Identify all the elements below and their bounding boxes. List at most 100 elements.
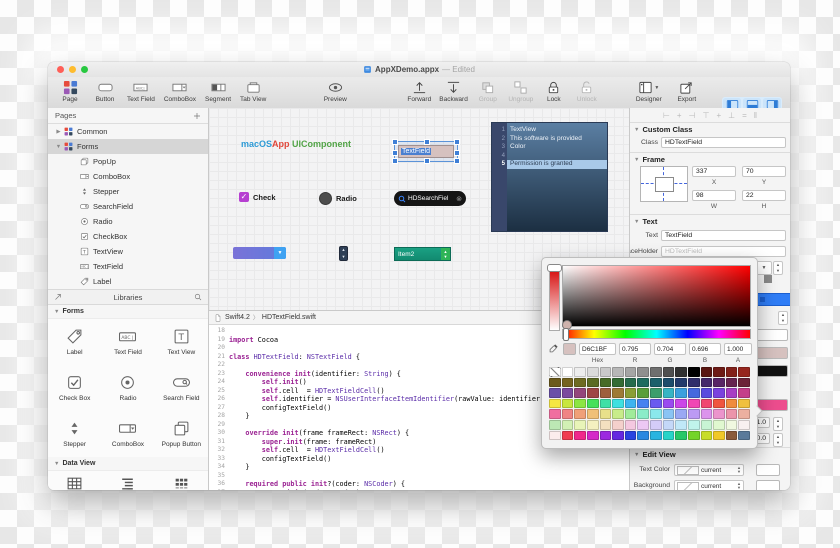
code-text[interactable]: import Cocoa — [229, 336, 278, 345]
swatch-cell[interactable] — [574, 409, 586, 419]
canvas-popup-button[interactable]: ▼ — [233, 247, 286, 259]
sidebar-item-searchfield[interactable]: SearchField — [48, 199, 208, 214]
clear-search-icon[interactable]: ⊗ — [456, 195, 462, 203]
breadcrumb-file[interactable]: HDTextField.swift — [262, 314, 316, 321]
library-item-table[interactable] — [48, 471, 101, 490]
distribute-v-icon[interactable]: ‖ — [754, 111, 757, 120]
swatch-cell[interactable] — [675, 398, 687, 409]
library-item-popup-button[interactable]: Popup Button — [155, 411, 208, 457]
swatch-cell[interactable] — [586, 377, 599, 388]
frame-section-header[interactable]: ▼ Frame — [634, 155, 665, 164]
swatch-cell[interactable] — [738, 377, 750, 388]
library-group-data-view[interactable]: ▼ Data View — [48, 457, 208, 471]
library-item-check-box[interactable]: Check Box — [48, 365, 101, 411]
library-item-search-field[interactable]: Search Field — [155, 365, 208, 411]
toolbar-preview[interactable]: Preview — [322, 80, 348, 103]
code-text[interactable]: super.init(coder: coder) — [229, 489, 360, 491]
align-center-h-icon[interactable]: + — [677, 111, 682, 120]
swatch-cell[interactable] — [612, 430, 624, 441]
swatch-cell[interactable] — [700, 367, 713, 377]
swatch-cell[interactable] — [637, 388, 649, 398]
swatch-cell[interactable] — [612, 398, 624, 409]
swatch-cell[interactable] — [561, 388, 574, 398]
alpha-input[interactable] — [724, 343, 752, 355]
frame-w-input[interactable] — [692, 190, 736, 201]
align-bottom-icon[interactable]: ⊥ — [728, 111, 735, 120]
swatch-cell[interactable] — [662, 409, 675, 419]
frame-h-input[interactable] — [742, 190, 786, 201]
swatch-cell[interactable] — [650, 419, 662, 430]
search-libraries-icon[interactable] — [194, 293, 202, 301]
swatch-cell[interactable] — [624, 377, 637, 388]
toolbar-button[interactable]: Button — [92, 80, 118, 103]
swatch-cell[interactable] — [700, 377, 713, 388]
swatch-cell[interactable] — [549, 409, 561, 419]
edit-view-section-header[interactable]: ▼ Edit View — [634, 450, 676, 459]
align-top-icon[interactable]: ⊤ — [703, 111, 710, 120]
library-item-collection[interactable] — [155, 471, 208, 490]
selection-handle[interactable] — [454, 158, 460, 164]
swatch-cell[interactable] — [738, 419, 750, 430]
swatch-cell[interactable] — [574, 367, 586, 377]
swatch-cell[interactable] — [700, 388, 713, 398]
swatch-cell[interactable] — [675, 430, 687, 441]
code-text[interactable]: self.identifier = NSUserInterfaceItemIde… — [229, 395, 544, 404]
swatch-cell[interactable] — [725, 367, 738, 377]
custom-class-section-header[interactable]: ▼ Custom Class — [634, 125, 692, 134]
library-item-combobox[interactable]: ComboBox — [101, 411, 154, 457]
swatch-cell[interactable] — [624, 367, 637, 377]
blue-input[interactable] — [689, 343, 721, 355]
swatch-cell[interactable] — [738, 398, 750, 409]
swatch-cell[interactable] — [549, 398, 561, 409]
toolbar-backward[interactable]: Backward — [439, 80, 468, 103]
swatch-cell[interactable] — [574, 419, 586, 430]
textview-body[interactable]: TextView This software is provided Color Pe… — [507, 123, 607, 231]
alpha-stepper[interactable]: ▲ ▼ — [773, 417, 783, 431]
swatch-cell[interactable] — [725, 409, 738, 419]
swatch-cell[interactable] — [713, 419, 725, 430]
offset-stepper[interactable]: ▲ ▼ — [773, 433, 783, 447]
popup-arrow-icon[interactable]: ▼ — [274, 247, 286, 259]
swatch-cell[interactable] — [586, 409, 599, 419]
swatch-cell[interactable] — [612, 367, 624, 377]
eyedropper-icon[interactable] — [548, 343, 559, 354]
saturation-brightness-area[interactable] — [562, 265, 751, 330]
swatch-cell[interactable] — [713, 388, 725, 398]
toolbar-lock[interactable]: Lock — [541, 80, 567, 103]
swatch-cell[interactable] — [637, 409, 649, 419]
swatch-cell[interactable] — [725, 377, 738, 388]
code-text[interactable]: self.cell = HDTextFieldCell() — [229, 446, 385, 455]
value-slider[interactable] — [547, 264, 562, 331]
swatch-cell[interactable] — [700, 409, 713, 419]
frame-x-input[interactable] — [692, 166, 736, 177]
disclosure-triangle-icon[interactable]: ▼ — [634, 127, 639, 133]
swatch-cell[interactable] — [687, 430, 700, 441]
radio-circle-icon[interactable] — [319, 192, 332, 205]
toolbar-export[interactable]: Export — [674, 80, 700, 103]
text-color-well[interactable] — [756, 464, 780, 476]
disclosure-triangle-icon[interactable]: ▼ — [634, 452, 639, 458]
swatch-cell[interactable] — [662, 398, 675, 409]
dropdown-arrow-icon[interactable]: ▼ — [654, 85, 659, 91]
red-input[interactable] — [619, 343, 651, 355]
library-item-outline[interactable] — [101, 471, 154, 490]
swatch-cell[interactable] — [713, 409, 725, 419]
hue-slider-handle[interactable] — [563, 328, 569, 341]
swatch-cell[interactable] — [599, 409, 612, 419]
font-size-stepper[interactable]: ▲ ▼ — [773, 261, 783, 275]
swatch-cell[interactable] — [713, 430, 725, 441]
swatch-cell[interactable] — [599, 430, 612, 441]
swatch-cell[interactable] — [624, 419, 637, 430]
code-text[interactable]: self.cell = HDTextFieldCell() — [229, 387, 385, 396]
selection-handle[interactable] — [392, 158, 398, 164]
sidebar-item-textfield[interactable]: ABC | TextField — [48, 259, 208, 274]
class-input[interactable] — [661, 137, 786, 148]
code-text[interactable]: configTextField() — [229, 404, 332, 413]
textfield-body[interactable]: TextField — [398, 145, 454, 158]
add-page-button[interactable] — [193, 112, 201, 120]
swatch-cell[interactable] — [574, 388, 586, 398]
swatch-cell[interactable] — [637, 430, 649, 441]
expand-libraries-icon[interactable] — [54, 293, 62, 301]
green-input[interactable] — [654, 343, 686, 355]
selection-handle[interactable] — [454, 139, 460, 145]
